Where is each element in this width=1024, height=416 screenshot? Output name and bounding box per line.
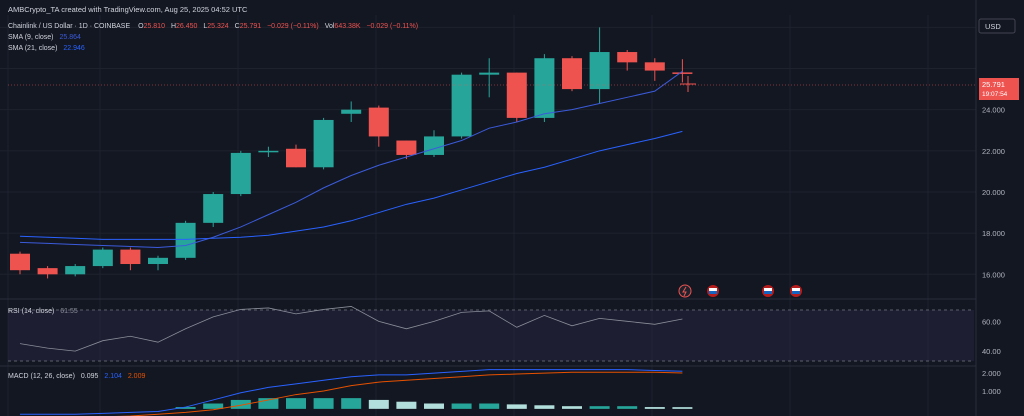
macd-histogram-bar: [617, 406, 638, 409]
candle-body: [506, 72, 527, 118]
macd-tick-label: 1.000: [982, 387, 1001, 396]
candle-body: [258, 150, 279, 153]
macd-histogram-bar: [534, 405, 555, 409]
candle-body: [562, 58, 582, 90]
macd-histogram-bar: [451, 403, 472, 409]
macd-histogram-bar: [506, 404, 527, 409]
macd-histogram-bar: [479, 403, 500, 409]
price-tick-label: 22.000: [982, 147, 1005, 156]
lightning-event-icon[interactable]: [678, 284, 692, 298]
vol-label: Vol: [325, 23, 335, 30]
macd-histogram-bar: [644, 407, 665, 409]
flag-event-icon[interactable]: [762, 285, 774, 297]
sma21-label: SMA (21, close): [8, 45, 57, 52]
candle-body: [120, 249, 141, 265]
candle-body: [672, 72, 693, 74]
macd-histogram-bar: [286, 398, 306, 409]
last-price-tag: 25.791 19:07:54: [979, 78, 1019, 100]
sma9-label: SMA (9, close): [8, 34, 54, 41]
macd-histogram-bar: [396, 401, 417, 409]
macd-histogram-bar: [424, 403, 444, 409]
high-value: 26.450: [176, 23, 198, 30]
candle-body: [424, 136, 444, 155]
candle-body: [230, 152, 251, 195]
rsi-value: 61.55: [60, 308, 78, 315]
macd-tick-label: 2.000: [982, 369, 1001, 378]
price-tick-label: 18.000: [982, 229, 1005, 238]
candle-body: [451, 74, 472, 137]
candle-body: [617, 52, 638, 63]
symbol-name: Chainlink / US Dollar · 1D · COINBASE: [8, 23, 130, 30]
symbol-legend: Chainlink / US Dollar · 1D · COINBASE O2…: [8, 23, 418, 30]
macd-histogram-bar: [368, 399, 389, 409]
macd-histogram-bar: [203, 403, 224, 409]
macd-histogram-bar: [672, 407, 693, 409]
candle-body: [479, 72, 500, 75]
vol-value: 643.38K: [334, 23, 360, 30]
macd-hist-value: 0.095: [81, 373, 99, 380]
trading-chart[interactable]: 16.00018.00020.00022.00024.00028.00040.0…: [0, 0, 1024, 416]
vol-change-value: −0.029 (−0.11%): [366, 23, 418, 30]
candle-body: [368, 107, 389, 137]
sma9-legend[interactable]: SMA (9, close) 25.864: [8, 34, 81, 41]
rsi-tick-label: 60.00: [982, 317, 1001, 326]
rsi-label: RSI (14, close): [8, 308, 54, 315]
candle-body: [313, 119, 334, 168]
currency-selector[interactable]: USD: [978, 18, 1016, 34]
macd-signal-value: 2.009: [128, 373, 146, 380]
low-value: 25.324: [207, 23, 229, 30]
candle-body: [286, 148, 306, 168]
change-value: −0.029 (−0.11%): [267, 23, 319, 30]
macd-histogram-bar: [562, 406, 582, 409]
candle-body: [65, 266, 86, 275]
candle-body: [644, 62, 665, 71]
price-tag-price: 25.791: [982, 80, 1005, 89]
candle-body: [589, 52, 610, 90]
macd-histogram-bar: [589, 406, 610, 409]
price-tick-label: 16.000: [982, 270, 1005, 279]
chart-credit: AMBCrypto_TA created with TradingView.co…: [8, 5, 248, 14]
price-tag-countdown: 19:07:54: [982, 91, 1008, 98]
candle-body: [534, 58, 555, 118]
close-value: 25.791: [240, 23, 262, 30]
flag-event-icon[interactable]: [707, 285, 719, 297]
candle-body: [37, 268, 58, 275]
macd-histogram-bar: [341, 398, 362, 409]
macd-label: MACD (12, 26, close): [8, 373, 75, 380]
candle-body: [341, 109, 362, 114]
candle-body: [10, 253, 30, 271]
macd-histogram-bar: [313, 398, 334, 409]
flag-event-icon[interactable]: [790, 285, 802, 297]
price-tick-label: 20.000: [982, 188, 1005, 197]
sma21-legend[interactable]: SMA (21, close) 22.946: [8, 45, 85, 52]
candle-body: [148, 257, 168, 265]
candle-body: [203, 194, 224, 223]
candle-body: [92, 249, 113, 267]
macd-line-value: 2.104: [104, 373, 122, 380]
rsi-tick-label: 40.00: [982, 347, 1001, 356]
price-tick-label: 24.000: [982, 106, 1005, 115]
open-value: 25.810: [144, 23, 166, 30]
sma21-value: 22.946: [63, 45, 85, 52]
rsi-band: [8, 310, 974, 361]
candle-body: [175, 222, 196, 258]
sma9-value: 25.864: [59, 34, 81, 41]
currency-label: USD: [985, 22, 1001, 31]
candle-body: [396, 140, 417, 155]
rsi-legend[interactable]: RSI (14, close) 61.55: [8, 308, 78, 315]
